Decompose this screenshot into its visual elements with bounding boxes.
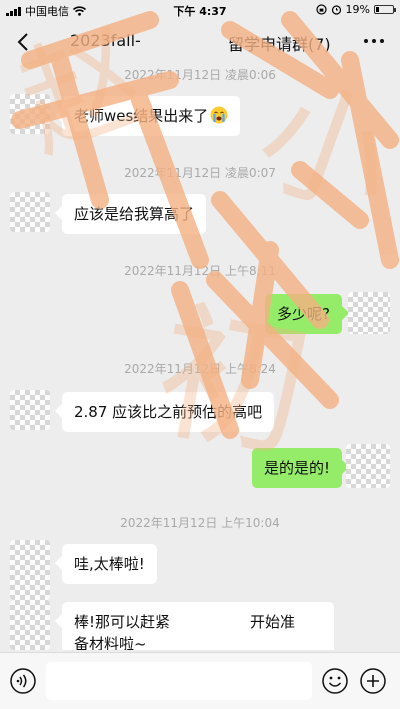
avatar[interactable]: [348, 292, 390, 334]
avatar[interactable]: [10, 600, 50, 650]
emoji-icon[interactable]: [322, 668, 348, 694]
voice-input-icon[interactable]: [10, 668, 36, 694]
message-bubble[interactable]: 应该是给我算高了: [62, 194, 207, 234]
chat-title-suffix: 留学申请群(7): [228, 35, 331, 54]
plus-icon[interactable]: [360, 668, 386, 694]
message-bubble[interactable]: 老师wes结果出来了: [62, 96, 241, 136]
message-bubble[interactable]: 多少呢?: [265, 294, 342, 334]
message-bubble[interactable]: 是的是的!: [251, 448, 342, 488]
avatar[interactable]: [10, 192, 50, 232]
avatar[interactable]: [346, 444, 390, 488]
message-text: 2.87 应该比之前预估的高吧: [74, 403, 263, 421]
avatar[interactable]: [10, 540, 50, 600]
chat-messages[interactable]: 2022年11月12日 凌晨0:06 老师wes结果出来了 2022年11月12…: [0, 62, 400, 650]
status-right: 19%: [315, 3, 396, 16]
text-redaction: [170, 613, 251, 627]
timestamp: 2022年11月12日 上午8:24: [124, 362, 276, 376]
timestamp: 2022年11月12日 上午10:04: [120, 516, 280, 530]
message-bubble[interactable]: 哇,太棒啦!: [62, 544, 157, 584]
timestamp: 2022年11月12日 凌晨0:07: [124, 166, 276, 180]
timestamp: 2022年11月12日 上午8:11: [124, 264, 276, 278]
message-text-line1-end: 开始准: [250, 613, 296, 631]
more-options-icon[interactable]: [364, 39, 384, 43]
rotation-lock-icon: [315, 4, 327, 15]
message-text-line2: 备材料啦~: [74, 635, 147, 650]
avatar[interactable]: [10, 94, 50, 134]
battery-percent: 19%: [345, 3, 370, 16]
avatar[interactable]: [10, 390, 50, 430]
status-bar: 中国电信 下午 4:37 19%: [0, 0, 400, 20]
crying-face-icon: [210, 106, 228, 124]
title-redaction: [140, 32, 226, 52]
message-input[interactable]: [46, 662, 312, 700]
back-arrow-icon[interactable]: [14, 30, 34, 54]
message-text: 应该是给我算高了: [74, 205, 195, 223]
message-text: 是的是的!: [263, 459, 330, 477]
timestamp: 2022年11月12日 凌晨0:06: [124, 68, 276, 82]
message-text: 多少呢?: [277, 305, 330, 323]
message-text: 老师wes结果出来了: [74, 107, 209, 125]
message-bubble[interactable]: 棒!那可以赶紧 开始准 备材料啦~: [62, 602, 334, 650]
chat-header: 2023fall- 留学申请群(7): [0, 22, 400, 62]
battery-icon: [374, 5, 396, 14]
message-text: 哇,太棒啦!: [74, 555, 145, 573]
alarm-icon: [331, 5, 341, 15]
message-text-line1: 棒!那可以赶紧: [74, 613, 171, 631]
message-bubble[interactable]: 2.87 应该比之前预估的高吧: [62, 392, 275, 432]
input-bar: [0, 652, 400, 709]
chat-title-prefix: 2023fall-: [70, 31, 141, 50]
